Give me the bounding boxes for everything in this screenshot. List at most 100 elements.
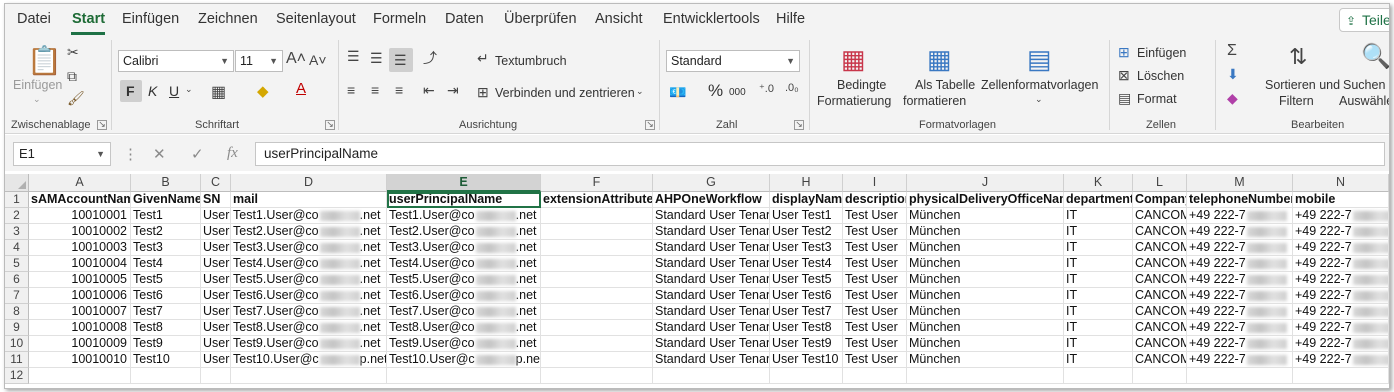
cell-m10[interactable]: +49 222-7 [1187,336,1293,352]
cell-k3[interactable]: IT [1064,224,1133,240]
cell-n8[interactable]: +49 222-7 [1293,304,1389,320]
format-painter-icon[interactable]: 🖌 [67,90,85,107]
cell-a9[interactable]: 10010008 [29,320,131,336]
cell-c4[interactable]: User [201,240,231,256]
cell-j5[interactable]: München [907,256,1064,272]
cell-f12[interactable] [541,368,653,384]
cell-a8[interactable]: 10010007 [29,304,131,320]
border-icon[interactable]: ▦ [211,82,226,102]
underline-button[interactable]: U [169,83,179,99]
cell-d12[interactable] [231,368,387,384]
cell-m2[interactable]: +49 222-7 [1187,208,1293,224]
insert-function-icon[interactable]: fx [227,145,238,162]
cell-a5[interactable]: 10010004 [29,256,131,272]
cell-m9[interactable]: +49 222-7 [1187,320,1293,336]
cell-k7[interactable]: IT [1064,288,1133,304]
cell-e8[interactable]: Test7.User@co .net [387,304,541,320]
cell-k4[interactable]: IT [1064,240,1133,256]
cell-d8[interactable]: Test7.User@co .net [231,304,387,320]
wrap-text-button[interactable]: Textumbruch [495,54,567,68]
cell-j9[interactable]: München [907,320,1064,336]
cell-n10[interactable]: +49 222-7 [1293,336,1389,352]
cell-n12[interactable] [1293,368,1389,384]
cell-d3[interactable]: Test2.User@co .net [231,224,387,240]
paste-icon[interactable]: 📋 [27,44,62,77]
decrease-indent-icon[interactable]: ⇤ [423,82,435,99]
cell-h10[interactable]: User Test9 [770,336,843,352]
menu-hilfe[interactable]: Hilfe [776,11,805,27]
column-header-g[interactable]: G [653,174,770,192]
cell-m7[interactable]: +49 222-7 [1187,288,1293,304]
cell-l9[interactable]: CANCOM [1133,320,1187,336]
column-header-n[interactable]: N [1293,174,1389,192]
find-select-label-1[interactable]: Suchen u [1343,78,1389,92]
cell-j2[interactable]: München [907,208,1064,224]
cell-a7[interactable]: 10010006 [29,288,131,304]
cell-i3[interactable]: Test User [843,224,907,240]
cell-h6[interactable]: User Test5 [770,272,843,288]
thousands-button[interactable]: 000 [729,87,746,98]
cell-c6[interactable]: User [201,272,231,288]
fill-icon[interactable]: ⬇ [1227,66,1239,83]
conditional-formatting-icon[interactable]: ▦ [841,44,866,75]
sort-filter-icon[interactable]: ⇅ [1289,44,1307,70]
cell-a2[interactable]: 10010001 [29,208,131,224]
cell-b6[interactable]: Test5 [131,272,201,288]
row-header-8[interactable]: 8 [5,304,29,320]
font-launcher-icon[interactable]: ↘ [325,120,335,130]
cell-g11[interactable]: Standard User Tenant [653,352,770,368]
row-header-2[interactable]: 2 [5,208,29,224]
spreadsheet-grid[interactable]: A B C D E F G H I J K L M N 1 2 3 4 5 6 7 8 9 10 11 12 sAMAccountN… [5,174,1389,388]
find-select-label-2[interactable]: Auswähle [1339,94,1389,108]
cell-a3[interactable]: 10010002 [29,224,131,240]
cell-i1[interactable]: description [843,192,907,208]
cell-b1[interactable]: GivenName [131,192,201,208]
cell-e2[interactable]: Test1.User@co .net [387,208,541,224]
cell-d2[interactable]: Test1.User@co .net [231,208,387,224]
number-format-select[interactable]: Standard ▼ [666,50,800,72]
cell-f9[interactable] [541,320,653,336]
cell-n3[interactable]: +49 222-7 [1293,224,1389,240]
decrease-font-icon[interactable]: A˅ [309,52,327,68]
cell-k6[interactable]: IT [1064,272,1133,288]
cell-c8[interactable]: User [201,304,231,320]
cell-a10[interactable]: 10010009 [29,336,131,352]
column-header-m[interactable]: M [1187,174,1293,192]
cell-e9[interactable]: Test8.User@co .net [387,320,541,336]
cell-d4[interactable]: Test3.User@co .net [231,240,387,256]
cell-d6[interactable]: Test5.User@co .net [231,272,387,288]
autosum-icon[interactable]: Σ [1227,42,1237,60]
cell-l8[interactable]: CANCOM [1133,304,1187,320]
cell-d9[interactable]: Test8.User@co .net [231,320,387,336]
formula-input[interactable]: userPrincipalName [255,142,1385,166]
conditional-formatting-label-1[interactable]: Bedingte [837,78,886,92]
align-bottom-icon[interactable]: ☰ [394,52,407,69]
cell-styles-button[interactable]: Zellenformatvorlagen [981,78,1098,92]
cell-g5[interactable]: Standard User Tenant [653,256,770,272]
cell-b7[interactable]: Test6 [131,288,201,304]
format-as-table-label-1[interactable]: Als Tabelle [915,78,975,92]
cell-h2[interactable]: User Test1 [770,208,843,224]
currency-icon[interactable]: 💶 [669,84,686,101]
conditional-formatting-label-2[interactable]: Formatierung [817,94,891,108]
cell-l12[interactable] [1133,368,1187,384]
cell-n11[interactable]: +49 222-7 [1293,352,1389,368]
cell-a12[interactable] [29,368,131,384]
cell-e5[interactable]: Test4.User@co .net [387,256,541,272]
cell-k8[interactable]: IT [1064,304,1133,320]
column-header-c[interactable]: C [201,174,231,192]
cell-g12[interactable] [653,368,770,384]
cell-g1[interactable]: AHPOneWorkflow [653,192,770,208]
cell-i4[interactable]: Test User [843,240,907,256]
cell-j12[interactable] [907,368,1064,384]
menu-ansicht[interactable]: Ansicht [595,11,643,27]
cell-j8[interactable]: München [907,304,1064,320]
cell-f7[interactable] [541,288,653,304]
format-cells-icon[interactable]: ▤ [1118,90,1131,107]
align-top-icon[interactable]: ☰ [347,48,360,65]
cell-a1[interactable]: sAMAccountName [29,192,131,208]
cell-g2[interactable]: Standard User Tenant [653,208,770,224]
cell-i8[interactable]: Test User [843,304,907,320]
alignment-launcher-icon[interactable]: ↘ [645,120,655,130]
cell-e10[interactable]: Test9.User@co .net [387,336,541,352]
